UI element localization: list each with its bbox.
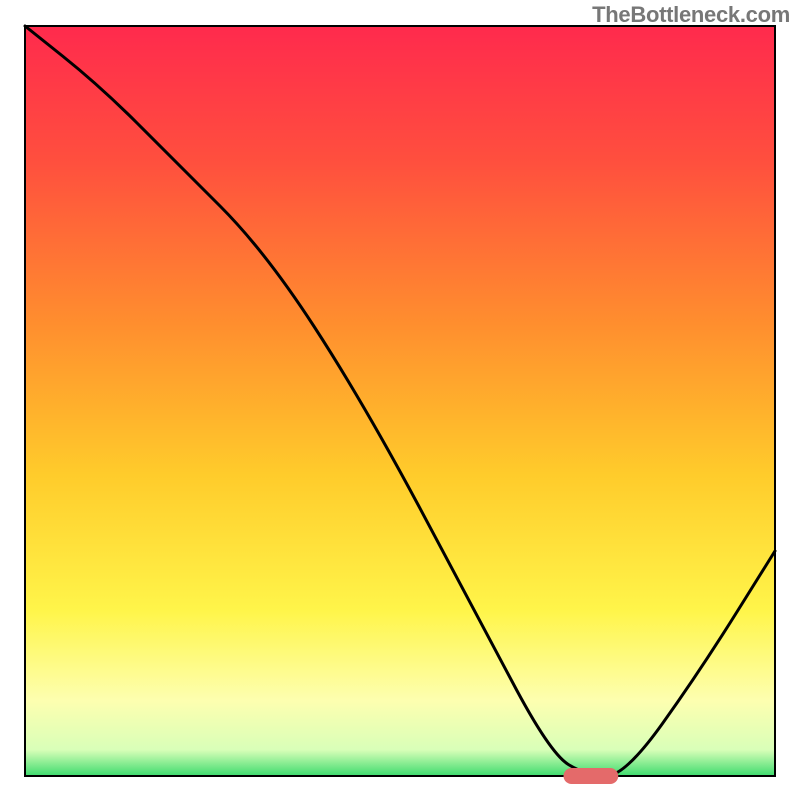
plot-area — [25, 26, 775, 776]
bottleneck-chart — [0, 0, 800, 800]
chart-container: TheBottleneck.com — [0, 0, 800, 800]
optimal-marker — [564, 768, 619, 784]
